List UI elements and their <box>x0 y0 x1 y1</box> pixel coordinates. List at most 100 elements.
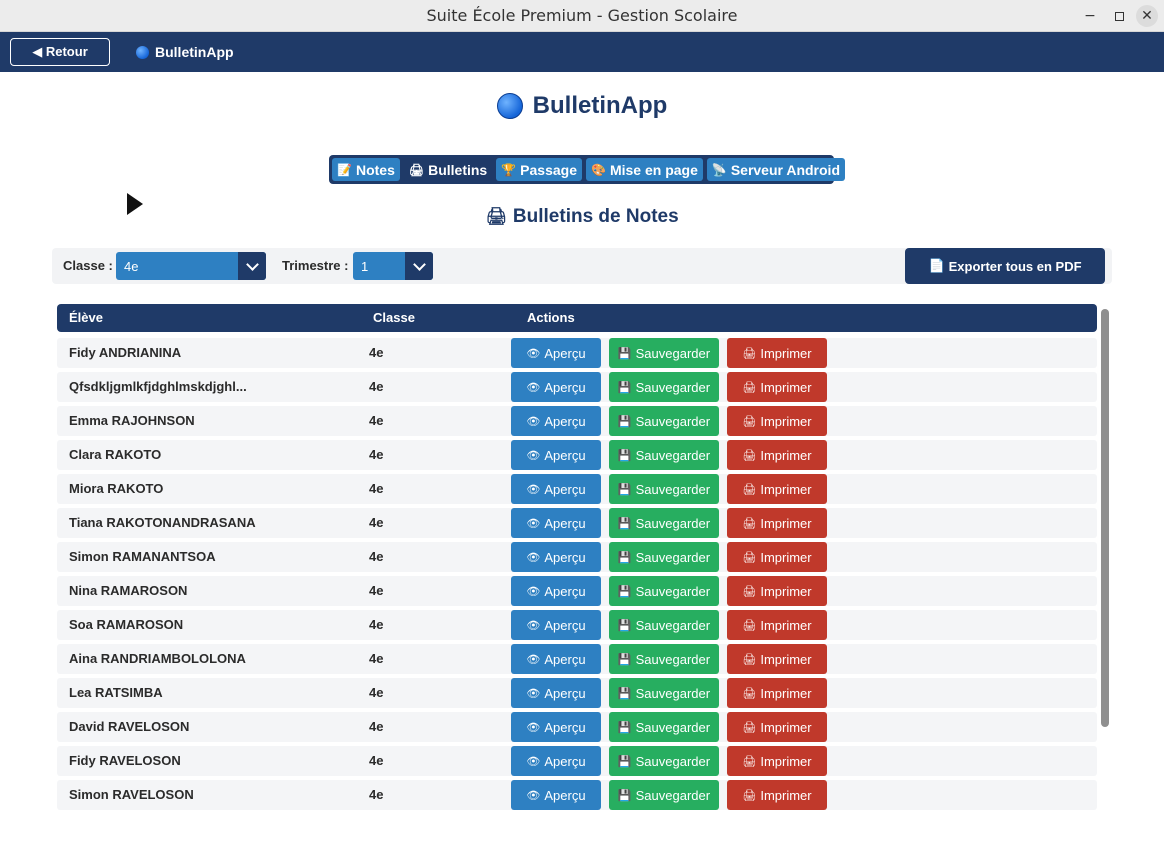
term-select-value: 1 <box>361 258 369 274</box>
student-name: Emma RAJOHNSON <box>69 413 195 428</box>
save-button[interactable]: 💾 Sauvegarder <box>609 746 719 776</box>
save-button[interactable]: 💾 Sauvegarder <box>609 712 719 742</box>
print-button[interactable]: 🖨 Imprimer <box>727 406 827 436</box>
preview-button[interactable]: 👁 Aperçu <box>511 576 601 606</box>
save-button[interactable]: 💾 Sauvegarder <box>609 610 719 640</box>
eye-icon: 👁 <box>526 619 541 632</box>
print-button[interactable]: 🖨 Imprimer <box>727 746 827 776</box>
preview-button[interactable]: 👁 Aperçu <box>511 644 601 674</box>
student-name: Lea RATSIMBA <box>69 685 163 700</box>
save-button[interactable]: 💾 Sauvegarder <box>609 576 719 606</box>
table-row: David RAVELOSON 4e 👁 Aperçu 💾 Sauvegarder 🖨 Imp… <box>57 712 1097 742</box>
print-label: Imprimer <box>760 753 812 769</box>
preview-button[interactable]: 👁 Aperçu <box>511 610 601 640</box>
eye-icon: 👁 <box>526 551 541 564</box>
preview-label: Aperçu <box>544 583 586 599</box>
print-label: Imprimer <box>760 617 812 633</box>
student-name: Simon RAMANANTSOA <box>69 549 216 564</box>
save-label: Sauvegarder <box>635 617 711 633</box>
back-button[interactable]: ◀ Retour <box>10 38 110 66</box>
printer-icon: 🖨 <box>742 483 757 496</box>
term-select[interactable]: 1 <box>353 252 433 280</box>
print-button[interactable]: 🖨 Imprimer <box>727 780 827 810</box>
save-button[interactable]: 💾 Sauvegarder <box>609 780 719 810</box>
tab-mise-en-page[interactable]: 🎨 Mise en page <box>586 158 703 181</box>
scrollbar[interactable] <box>1101 309 1109 727</box>
preview-button[interactable]: 👁 Aperçu <box>511 338 601 368</box>
floppy-disk-icon: 💾 <box>617 585 632 598</box>
save-button[interactable]: 💾 Sauvegarder <box>609 338 719 368</box>
save-button[interactable]: 💾 Sauvegarder <box>609 474 719 504</box>
printer-icon: 🖨 <box>742 619 757 632</box>
preview-label: Aperçu <box>544 447 586 463</box>
blue-circle-icon <box>136 45 149 59</box>
tab-icon: 🏆 <box>501 162 517 177</box>
minimize-button[interactable]: − <box>1080 6 1100 26</box>
student-list: Fidy ANDRIANINA 4e 👁 Aperçu 💾 Sauvegarder 🖨 Imp… <box>57 338 1097 814</box>
tab-bar: 📝 Notes 🖨 Bulletins 🏆 Passage 🎨 Mise en page 📡 Se… <box>329 155 845 184</box>
table-row: Lea RATSIMBA 4e 👁 Aperçu 💾 Sauvegarder 🖨 Imprim… <box>57 678 1097 708</box>
save-button[interactable]: 💾 Sauvegarder <box>609 372 719 402</box>
printer-icon: 🖨 <box>742 755 757 768</box>
save-button[interactable]: 💾 Sauvegarder <box>609 678 719 708</box>
print-label: Imprimer <box>760 345 812 361</box>
tab-icon: 🖨 <box>408 162 425 177</box>
table-row: Fidy RAVELOSON 4e 👁 Aperçu 💾 Sauvegarder 🖨 Impr… <box>57 746 1097 776</box>
save-button[interactable]: 💾 Sauvegarder <box>609 542 719 572</box>
preview-button[interactable]: 👁 Aperçu <box>511 678 601 708</box>
section-title: 🖨 Bulletins de Notes <box>0 206 1164 228</box>
header-student: Élève <box>69 310 103 325</box>
eye-icon: 👁 <box>526 415 541 428</box>
preview-button[interactable]: 👁 Aperçu <box>511 406 601 436</box>
tab-bulletins[interactable]: 🖨 Bulletins <box>403 158 493 181</box>
print-button[interactable]: 🖨 Imprimer <box>727 372 827 402</box>
save-button[interactable]: 💾 Sauvegarder <box>609 406 719 436</box>
preview-button[interactable]: 👁 Aperçu <box>511 712 601 742</box>
close-button[interactable]: ✕ <box>1136 5 1158 27</box>
tab-notes[interactable]: 📝 Notes <box>332 158 400 181</box>
tab-serveur-android[interactable]: 📡 Serveur Android <box>706 158 845 181</box>
class-select[interactable]: 4e <box>116 252 266 280</box>
save-label: Sauvegarder <box>635 515 711 531</box>
export-pdf-button[interactable]: 📄 Exporter tous en PDF <box>905 248 1105 284</box>
preview-button[interactable]: 👁 Aperçu <box>511 746 601 776</box>
maximize-button[interactable] <box>1109 6 1129 26</box>
save-button[interactable]: 💾 Sauvegarder <box>609 440 719 470</box>
print-button[interactable]: 🖨 Imprimer <box>727 712 827 742</box>
floppy-disk-icon: 💾 <box>617 789 632 802</box>
print-button[interactable]: 🖨 Imprimer <box>727 644 827 674</box>
save-label: Sauvegarder <box>635 447 711 463</box>
class-label: Classe : <box>63 258 113 273</box>
tab-label: Serveur Android <box>730 161 840 178</box>
preview-button[interactable]: 👁 Aperçu <box>511 780 601 810</box>
save-button[interactable]: 💾 Sauvegarder <box>609 644 719 674</box>
close-icon: ✕ <box>1141 8 1153 24</box>
print-button[interactable]: 🖨 Imprimer <box>727 440 827 470</box>
print-label: Imprimer <box>760 515 812 531</box>
preview-button[interactable]: 👁 Aperçu <box>511 440 601 470</box>
print-button[interactable]: 🖨 Imprimer <box>727 610 827 640</box>
save-label: Sauvegarder <box>635 719 711 735</box>
eye-icon: 👁 <box>526 483 541 496</box>
table-row: Emma RAJOHNSON 4e 👁 Aperçu 💾 Sauvegarder 🖨 Impr… <box>57 406 1097 436</box>
floppy-disk-icon: 💾 <box>617 551 632 564</box>
print-button[interactable]: 🖨 Imprimer <box>727 542 827 572</box>
student-class: 4e <box>369 685 384 700</box>
preview-button[interactable]: 👁 Aperçu <box>511 542 601 572</box>
print-button[interactable]: 🖨 Imprimer <box>727 576 827 606</box>
preview-label: Aperçu <box>544 753 586 769</box>
preview-button[interactable]: 👁 Aperçu <box>511 372 601 402</box>
student-class: 4e <box>369 379 384 394</box>
preview-label: Aperçu <box>544 549 586 565</box>
print-button[interactable]: 🖨 Imprimer <box>727 338 827 368</box>
print-button[interactable]: 🖨 Imprimer <box>727 678 827 708</box>
preview-button[interactable]: 👁 Aperçu <box>511 508 601 538</box>
print-button[interactable]: 🖨 Imprimer <box>727 508 827 538</box>
page-title-text: BulletinApp <box>532 92 668 119</box>
tab-passage[interactable]: 🏆 Passage <box>496 158 582 181</box>
print-button[interactable]: 🖨 Imprimer <box>727 474 827 504</box>
student-class: 4e <box>369 549 384 564</box>
printer-icon: 🖨 <box>742 653 757 666</box>
preview-button[interactable]: 👁 Aperçu <box>511 474 601 504</box>
save-button[interactable]: 💾 Sauvegarder <box>609 508 719 538</box>
